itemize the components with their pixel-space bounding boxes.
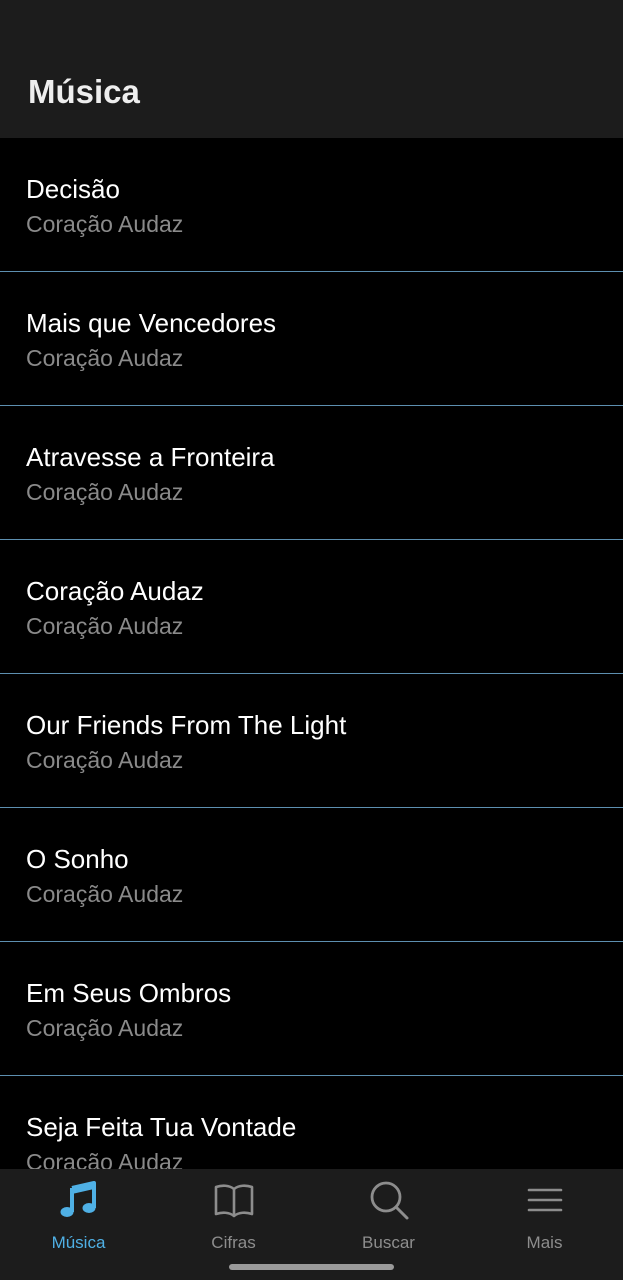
app-bar: Música [0, 0, 623, 138]
song-title: Coração Audaz [26, 576, 204, 606]
song-artist: Coração Audaz [26, 1015, 184, 1041]
song-title: Mais que Vencedores [26, 308, 277, 338]
song-artist: Coração Audaz [26, 881, 184, 907]
song-title: Decisão [26, 174, 120, 204]
song-artist: Coração Audaz [26, 345, 184, 371]
song-title: O Sonho [26, 844, 129, 874]
menu-icon [527, 1188, 563, 1212]
status-bar [0, 0, 623, 44]
song-row[interactable]: Seja Feita Tua Vontade Coração Audaz [0, 1076, 623, 1169]
song-row[interactable]: Atravesse a Fronteira Coração Audaz [0, 406, 623, 540]
song-row[interactable]: Mais que Vencedores Coração Audaz [0, 272, 623, 406]
bottom-tab-bar: Música Cifras Buscar Mais [0, 1169, 623, 1280]
song-artist: Coração Audaz [26, 747, 184, 773]
song-title: Atravesse a Fronteira [26, 442, 275, 472]
tab-label: Cifras [211, 1233, 256, 1252]
tab-label: Buscar [362, 1233, 415, 1252]
tab-cifras[interactable]: Cifras [156, 1169, 311, 1269]
song-row[interactable]: O Sonho Coração Audaz [0, 808, 623, 942]
song-title: Em Seus Ombros [26, 978, 232, 1008]
song-list[interactable]: Decisão Coração Audaz Mais que Vencedore… [0, 138, 623, 1169]
tab-label: Música [51, 1233, 106, 1252]
tab-mais[interactable]: Mais [467, 1169, 622, 1269]
page-title: Música [28, 73, 140, 110]
search-icon [370, 1181, 409, 1220]
song-artist: Coração Audaz [26, 613, 184, 639]
song-title: Seja Feita Tua Vontade [26, 1112, 297, 1142]
music-note-icon [60, 1181, 96, 1217]
song-row[interactable]: Coração Audaz Coração Audaz [0, 540, 623, 674]
book-icon [214, 1184, 254, 1218]
song-row[interactable]: Em Seus Ombros Coração Audaz [0, 942, 623, 1076]
tab-musica[interactable]: Música [1, 1169, 156, 1269]
song-row[interactable]: Decisão Coração Audaz [0, 138, 623, 272]
song-title: Our Friends From The Light [26, 710, 347, 740]
tab-label: Mais [526, 1233, 563, 1252]
tab-buscar[interactable]: Buscar [311, 1169, 466, 1269]
song-artist: Coração Audaz [26, 211, 184, 237]
song-artist: Coração Audaz [26, 479, 184, 505]
home-indicator[interactable] [229, 1264, 394, 1270]
song-artist: Coração Audaz [26, 1149, 184, 1169]
song-row[interactable]: Our Friends From The Light Coração Audaz [0, 674, 623, 808]
